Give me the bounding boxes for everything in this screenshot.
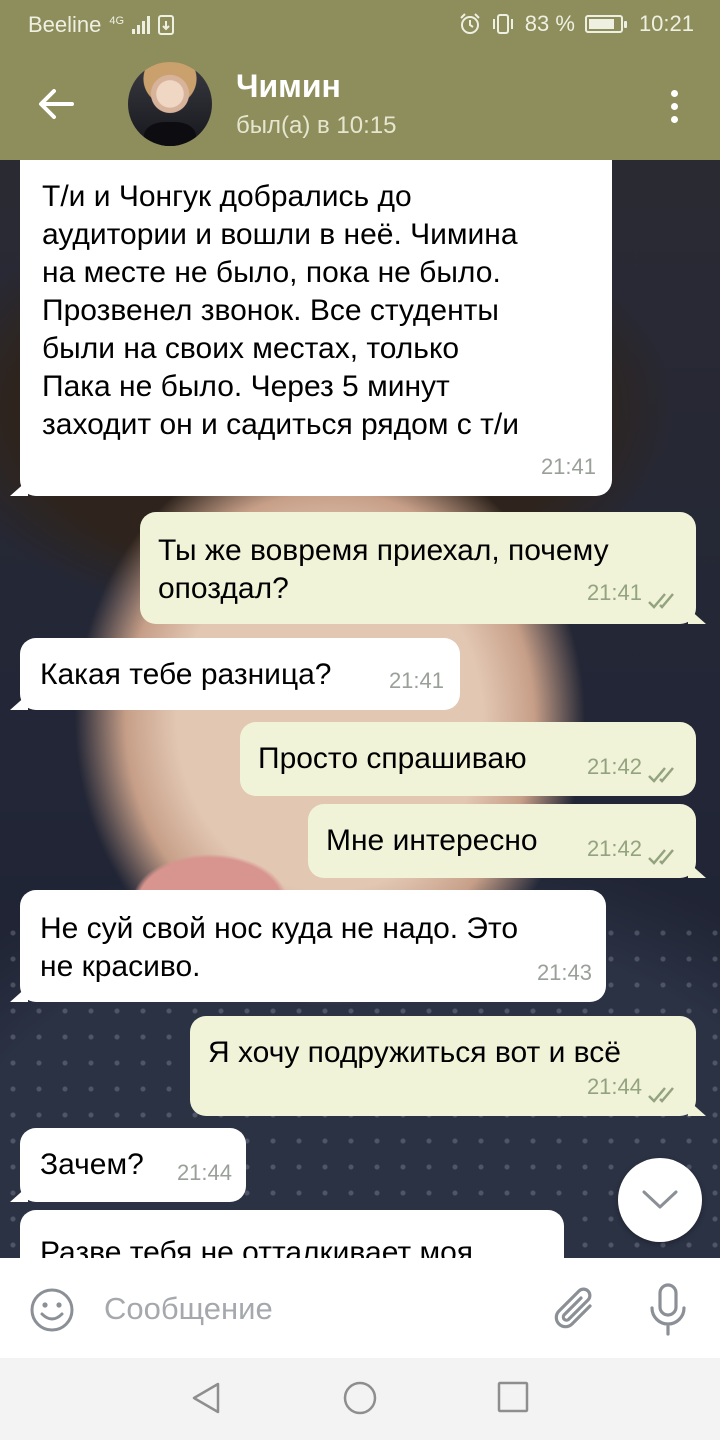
nav-recent-apps-icon[interactable] [496, 1380, 530, 1414]
message-time: 21:41 [586, 580, 642, 605]
message-bubble[interactable]: Разве тебя не отталкивает моя [20, 1210, 564, 1258]
carrier-name: Beeline [28, 12, 102, 37]
message-time: 21:41 [540, 454, 596, 479]
contact-name[interactable]: Чимин [236, 68, 341, 105]
message-time: 21:41 [388, 668, 444, 693]
message-text: Просто спрашиваю [258, 742, 527, 775]
contact-last-seen: был(а) в 10:15 [236, 112, 397, 139]
battery-percent: 83 % [524, 11, 575, 36]
message-bubble[interactable]: Я хочу подружиться вот и всё 21:44 [190, 1016, 706, 1116]
double-check-icon [648, 849, 674, 865]
message-text: Т/и и Чонгук добрались до аудитории и во… [42, 180, 519, 441]
message-text: Разве тебя не отталкивает моя [40, 1236, 474, 1258]
message-bubble[interactable]: Мне интересно 21:42 [308, 804, 706, 878]
more-vertical-icon [670, 89, 678, 123]
message-text: Зачем? [40, 1148, 144, 1181]
message-time: 21:44 [176, 1160, 232, 1185]
microphone-icon[interactable] [646, 1282, 690, 1338]
message-time: 21:42 [586, 836, 642, 861]
more-options-button[interactable] [654, 76, 694, 136]
message-time: 21:42 [586, 754, 642, 779]
battery-icon [584, 15, 627, 33]
message-text: Мне интересно [326, 824, 538, 857]
chat-header: Чимин был(а) в 10:15 [0, 48, 720, 160]
arrow-left-icon [39, 89, 74, 119]
nav-home-icon[interactable] [342, 1380, 378, 1416]
contact-avatar[interactable] [128, 62, 212, 146]
message-bubble[interactable]: Т/и и Чонгук добрались до аудитории и во… [10, 160, 612, 496]
signal-icon [132, 16, 151, 34]
chevron-down-icon [642, 1190, 678, 1209]
message-time: 21:44 [586, 1074, 642, 1099]
message-text: Ты же вовремя приехал, почему опоздал? [158, 534, 609, 605]
message-bubble[interactable]: Ты же вовремя приехал, почему опоздал? 2… [140, 512, 706, 624]
scroll-down-button[interactable] [618, 1158, 702, 1242]
clock: 10:21 [638, 11, 694, 36]
message-bubble[interactable]: Зачем? 21:44 [10, 1128, 246, 1202]
message-text: Какая тебе разница? [40, 658, 332, 691]
message-bubble[interactable]: Какая тебе разница? 21:41 [10, 638, 460, 710]
smiley-icon[interactable] [28, 1286, 76, 1334]
double-check-icon [648, 1087, 674, 1103]
message-list[interactable]: Т/и и Чонгук добрались до аудитории и во… [0, 160, 720, 1258]
message-composer [0, 1258, 720, 1358]
double-check-icon [648, 767, 674, 783]
vibrate-icon [492, 14, 513, 34]
message-bubble[interactable]: Не суй свой нос куда не надо. Это не кра… [10, 890, 606, 1002]
sim-icon [158, 15, 175, 35]
message-text: Я хочу подружиться вот и всё [208, 1036, 621, 1069]
alarm-icon [460, 13, 480, 34]
paperclip-icon[interactable] [552, 1284, 600, 1336]
message-time: 21:43 [536, 960, 592, 985]
double-check-icon [648, 593, 674, 609]
system-navigation-bar [0, 1358, 720, 1440]
network-type: 4G [109, 14, 125, 27]
message-input[interactable] [104, 1284, 524, 1334]
message-bubble[interactable]: Просто спрашиваю 21:42 [240, 722, 696, 796]
message-text: Не суй свой нос куда не надо. Это не кра… [40, 912, 519, 983]
back-button[interactable] [22, 70, 90, 138]
nav-back-icon[interactable] [188, 1380, 224, 1416]
status-bar: Beeline 4G 83 % 10:21 [0, 0, 720, 48]
